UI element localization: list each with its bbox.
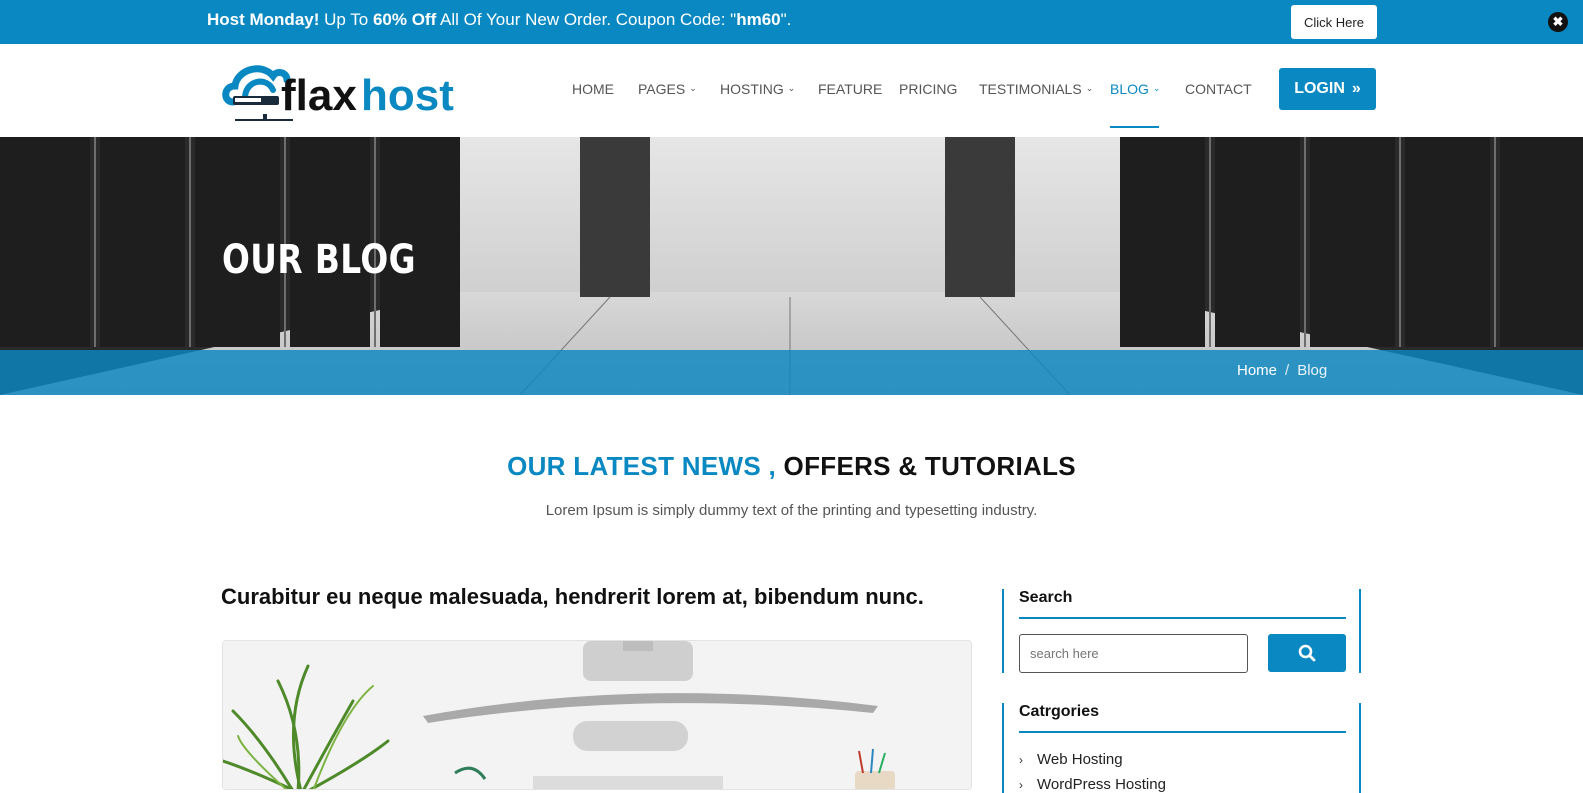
main-navbar: flax host HOME PAGES ⌄ HOSTING ⌄ FEATURE PRICI… — [0, 44, 1583, 137]
chevron-right-icon: › — [1019, 777, 1023, 792]
nav-item-label: CONTACT — [1185, 81, 1252, 97]
section-subtitle: Lorem Ipsum is simply dummy text of the … — [545, 502, 1038, 519]
page-hero: OUR BLOG Home / Blog — [0, 137, 1583, 395]
promo-text: Host Monday! Up To 60% Off All Of Your N… — [207, 10, 791, 30]
desk-lamp-plant-image — [223, 641, 971, 789]
nav-item-label: PRICING — [899, 81, 958, 97]
page-title: OUR BLOG — [222, 237, 417, 283]
login-label: LOGIN — [1294, 80, 1345, 97]
chevron-down-icon: ⌄ — [1085, 82, 1094, 93]
nav-item-label: BLOG — [1110, 81, 1149, 97]
search-widget: Search — [1002, 589, 1361, 673]
breadcrumb-home-link[interactable]: Home — [1237, 362, 1277, 379]
nav-item-hosting[interactable]: HOSTING ⌄ — [720, 81, 795, 97]
promo-text-part: ". — [780, 10, 792, 29]
chevron-down-icon: ⌄ — [787, 82, 796, 93]
promo-bar: Host Monday! Up To 60% Off All Of Your N… — [0, 0, 1583, 44]
nav-item-label: HOME — [572, 81, 614, 97]
flaxhost-logo[interactable]: flax host — [221, 58, 457, 124]
nav-item-home[interactable]: HOME — [572, 81, 614, 97]
breadcrumb-current: Blog — [1297, 362, 1328, 379]
widget-divider — [1019, 731, 1346, 733]
cloud-logo-icon: flax host — [222, 65, 454, 121]
promo-click-here-button[interactable]: Click Here — [1291, 5, 1377, 39]
breadcrumb-separator: / — [1285, 362, 1290, 379]
widget-divider — [1019, 617, 1346, 619]
search-widget-title: Search — [1019, 589, 1073, 606]
breadcrumb-bar: Home / Blog — [0, 350, 1583, 395]
categories-widget: Catrgories › Web Hosting › WordPress Hos… — [1002, 703, 1361, 793]
logo-text-blue: host — [361, 71, 454, 120]
promo-text-part: Up To — [319, 10, 373, 29]
chevron-right-icon: › — [1019, 752, 1023, 767]
chevron-down-icon: ⌄ — [689, 82, 697, 93]
category-item[interactable]: › Web Hosting — [1019, 751, 1123, 768]
promo-discount: 60% Off — [372, 10, 437, 29]
active-nav-indicator — [1110, 126, 1159, 128]
nav-item-pricing[interactable]: PRICING — [899, 81, 957, 97]
post-title[interactable]: Curabitur eu neque malesuada, hendrerit … — [221, 584, 924, 610]
categories-widget-title: Catrgories — [1019, 703, 1100, 720]
nav-item-label: HOSTING — [720, 81, 784, 97]
nav-item-pages[interactable]: PAGES ⌄ — [638, 81, 697, 97]
post-image[interactable] — [222, 640, 972, 790]
section-title: OUR LATEST NEWS , OFFERS & TUTORIALS — [0, 451, 1583, 482]
category-item[interactable]: › WordPress Hosting — [1019, 776, 1166, 793]
nav-item-label: FEATURE — [818, 81, 883, 97]
nav-item-contact[interactable]: CONTACT — [1185, 81, 1252, 97]
promo-lead: Host Monday! — [207, 10, 320, 29]
search-icon — [1298, 644, 1316, 662]
nav-item-label: TESTIMONIALS — [979, 81, 1082, 97]
section-title-highlight: OUR LATEST NEWS , — [507, 451, 777, 481]
close-icon[interactable]: ✖ — [1548, 12, 1568, 32]
search-input[interactable] — [1019, 634, 1248, 673]
nav-item-label: PAGES — [638, 81, 686, 97]
nav-item-blog[interactable]: BLOG ⌄ — [1110, 81, 1160, 97]
chevron-down-icon: ⌄ — [1152, 82, 1161, 93]
promo-text-part: All Of Your New Order. Coupon Code: " — [436, 10, 737, 29]
category-label: WordPress Hosting — [1037, 776, 1166, 793]
search-button[interactable] — [1268, 634, 1346, 672]
section-title-rest: OFFERS & TUTORIALS — [776, 451, 1076, 481]
double-chevron-right-icon: » — [1351, 80, 1361, 97]
promo-code: hm60 — [736, 10, 781, 29]
login-button[interactable]: LOGIN » — [1279, 68, 1376, 110]
category-label: Web Hosting — [1037, 751, 1123, 768]
breadcrumb: Home / Blog — [1237, 362, 1327, 379]
nav-item-testimonials[interactable]: TESTIMONIALS ⌄ — [979, 81, 1093, 97]
nav-item-feature[interactable]: FEATURE — [818, 81, 882, 97]
logo-text-dark: flax — [281, 71, 357, 120]
